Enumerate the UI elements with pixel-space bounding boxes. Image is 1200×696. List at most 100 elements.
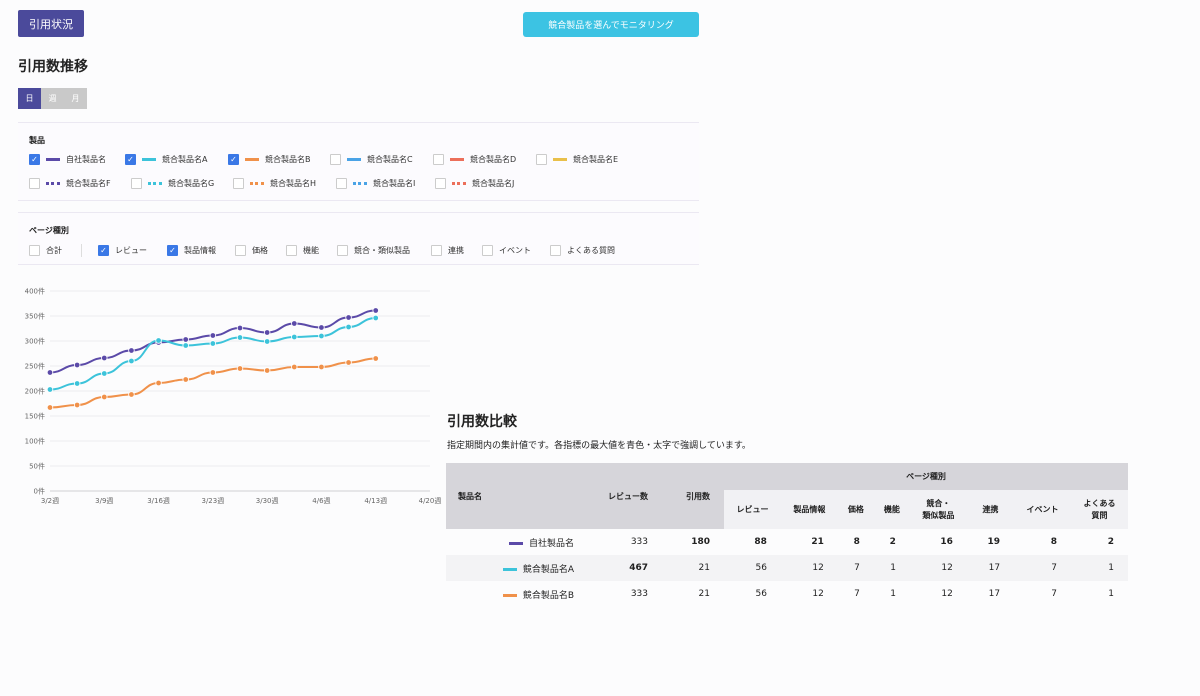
product-option-j[interactable]: 競合製品名J — [435, 178, 514, 189]
data-point — [73, 401, 81, 409]
page-type-filter-label: ページ種別 — [29, 226, 69, 235]
checkbox-icon[interactable] — [233, 178, 244, 189]
checkbox-icon[interactable] — [336, 178, 347, 189]
product-info-cell: 12 — [780, 555, 838, 581]
price-cell: 7 — [837, 555, 874, 581]
checkbox-icon[interactable] — [550, 245, 561, 256]
table-row: 競合製品名B 333 21 56 12 7 1 12 17 7 1 — [446, 581, 1128, 607]
data-point — [318, 332, 325, 340]
col-header-reviews: レビュー数 — [588, 463, 662, 529]
competitor-cell: 12 — [941, 589, 953, 599]
review-cell: 56 — [724, 555, 781, 581]
product-option-label: 競合製品名G — [168, 179, 215, 188]
product-option-f[interactable]: 競合製品名F — [29, 178, 111, 189]
product-option-i[interactable]: 競合製品名I — [336, 178, 415, 189]
product-option-label: 競合製品名E — [573, 155, 619, 164]
data-point — [345, 314, 352, 321]
event-cell: 7 — [1051, 589, 1057, 599]
monitor-competitors-button[interactable]: 競合製品を選んでモニタリング — [523, 12, 699, 37]
page-type-option-review[interactable]: ✓ レビュー — [98, 245, 147, 256]
data-point — [155, 337, 162, 344]
period-tabs: 日 週 月 — [18, 88, 87, 109]
product-option-label: 競合製品名A — [162, 155, 208, 164]
checkbox-checked-icon[interactable]: ✓ — [228, 154, 239, 165]
product-name-cell: 競合製品名A — [446, 555, 588, 581]
checkbox-icon[interactable] — [330, 154, 341, 165]
data-point — [128, 357, 135, 365]
page-type-option-competitor[interactable]: 競合・類似製品 — [337, 245, 410, 256]
feature-cell: 1 — [873, 555, 910, 581]
product-option-own[interactable]: ✓ 自社製品名 — [29, 154, 106, 165]
page-type-option-label: レビュー — [115, 246, 147, 255]
checkbox-checked-icon[interactable]: ✓ — [29, 154, 40, 165]
integration-cell: 19 — [987, 537, 1001, 547]
citation-trend-chart: 0件 50件 100件 150件 200件 250件 300件 350件 400件 3/2週 3/9… — [25, 287, 442, 506]
page-type-option-event[interactable]: イベント — [482, 245, 531, 256]
col-header-integration: 連携 — [966, 490, 1015, 529]
integration-cell: 17 — [988, 589, 1001, 599]
data-point — [73, 361, 81, 369]
col-header-citations: 引用数 — [662, 463, 724, 529]
series-line-icon — [502, 567, 517, 571]
product-name: 競合製品名A — [522, 564, 574, 575]
tab-week[interactable]: 週 — [41, 88, 64, 109]
citation-status-tag[interactable]: 引用状況 — [18, 10, 84, 37]
y-tick-label: 0件 — [34, 487, 45, 496]
page-type-option-total[interactable]: 合計 — [29, 245, 62, 256]
col-header-event: イベント — [1014, 490, 1071, 529]
checkbox-checked-icon[interactable]: ✓ — [98, 245, 109, 256]
checkbox-checked-icon[interactable]: ✓ — [125, 154, 136, 165]
tab-month[interactable]: 月 — [64, 88, 87, 109]
checkbox-icon[interactable] — [536, 154, 547, 165]
product-option-d[interactable]: 競合製品名D — [433, 154, 516, 165]
tab-day[interactable]: 日 — [18, 88, 41, 109]
checkbox-icon[interactable] — [435, 178, 446, 189]
product-option-a[interactable]: ✓ 競合製品名A — [125, 154, 207, 165]
checkbox-checked-icon[interactable]: ✓ — [167, 245, 178, 256]
page-type-filter-panel: ページ種別 合計 ✓ レビュー ✓ 製品情報 価格 機能 競合・類似製品 連携 … — [18, 212, 699, 265]
feature-cell: 2 — [889, 537, 896, 547]
dotted-line-legend-icon — [250, 182, 264, 185]
data-point — [46, 386, 54, 393]
product-option-c[interactable]: 競合製品名C — [330, 154, 413, 165]
data-point — [46, 404, 54, 411]
checkbox-icon[interactable] — [131, 178, 142, 189]
page-type-option-label: イベント — [499, 246, 531, 255]
line-legend-icon — [46, 158, 60, 161]
product-name: 自社製品名 — [528, 538, 574, 549]
product-option-label: 競合製品名I — [373, 179, 416, 188]
checkbox-icon[interactable] — [431, 245, 442, 256]
checkbox-icon[interactable] — [433, 154, 444, 165]
data-point — [182, 376, 189, 383]
checkbox-icon[interactable] — [29, 245, 40, 256]
line-legend-icon — [347, 158, 361, 161]
product-option-e[interactable]: 競合製品名E — [536, 154, 618, 165]
page-type-option-product-info[interactable]: ✓ 製品情報 — [167, 245, 216, 256]
line-legend-icon — [450, 158, 464, 161]
product-option-h[interactable]: 競合製品名H — [233, 178, 316, 189]
page-type-option-price[interactable]: 価格 — [235, 245, 268, 256]
page-type-option-faq[interactable]: よくある質問 — [550, 245, 615, 256]
checkbox-icon[interactable] — [235, 245, 246, 256]
col-header-feature: 機能 — [873, 490, 910, 529]
checkbox-icon[interactable] — [337, 245, 348, 256]
comparison-table: 製品名 レビュー数 引用数 ページ種別 レビュー 製品情報 価格 機能 競合・ … — [446, 463, 1128, 607]
line-legend-icon — [142, 158, 156, 161]
page-type-option-integration[interactable]: 連携 — [431, 245, 464, 256]
line-legend-icon — [245, 158, 259, 161]
page-type-option-feature[interactable]: 機能 — [286, 245, 319, 256]
citations-cell: 21 — [698, 589, 710, 599]
data-point — [182, 336, 189, 343]
product-info-cell: 12 — [812, 589, 824, 599]
product-option-label: 競合製品名D — [470, 155, 517, 164]
reviews-cell: 467 — [588, 555, 662, 581]
data-point — [263, 329, 271, 336]
product-option-b[interactable]: ✓ 競合製品名B — [228, 154, 311, 165]
product-option-g[interactable]: 競合製品名G — [131, 178, 214, 189]
checkbox-icon[interactable] — [286, 245, 297, 256]
col-header-review: レビュー — [724, 490, 781, 529]
data-point — [345, 323, 352, 331]
checkbox-icon[interactable] — [29, 178, 40, 189]
checkbox-icon[interactable] — [482, 245, 493, 256]
data-point — [209, 340, 217, 347]
